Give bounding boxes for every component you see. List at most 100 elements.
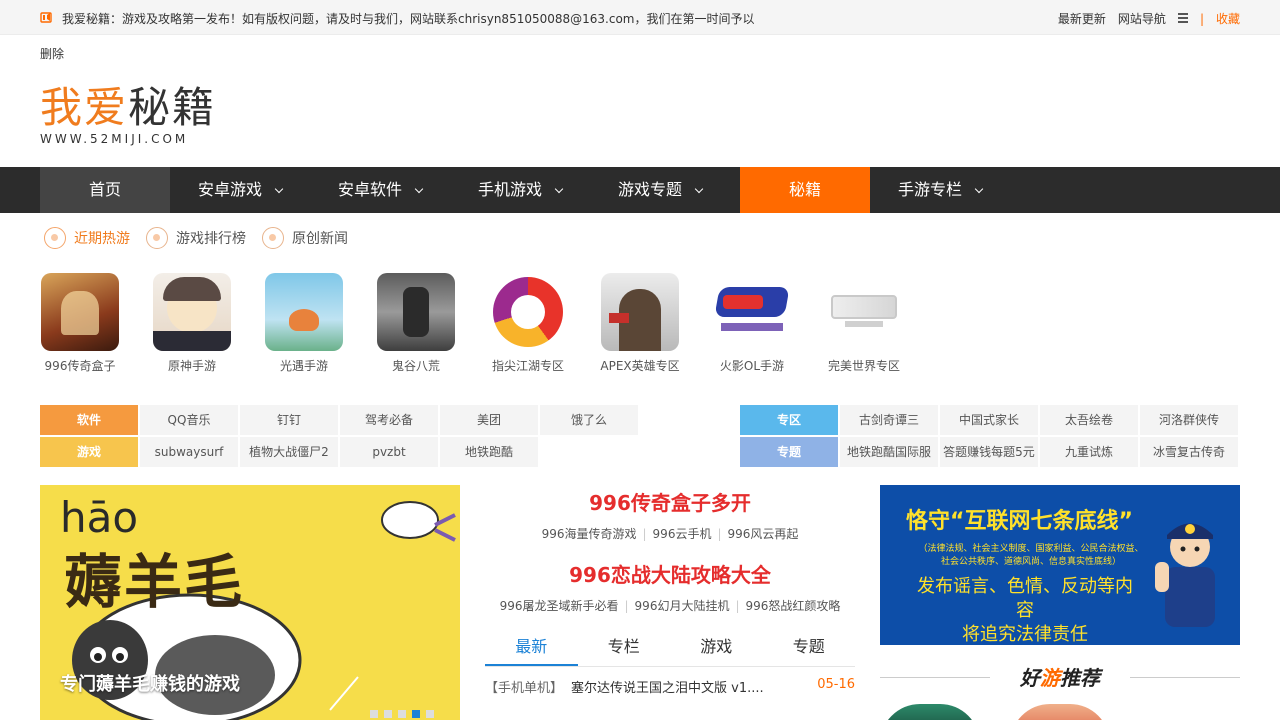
site-nav-label: 网站导航	[1117, 12, 1166, 26]
recommend-header: 好游推荐	[880, 662, 1240, 692]
nav-item-mobile-column[interactable]: 手游专栏	[870, 167, 1010, 213]
game-thumbnail	[153, 273, 231, 351]
nav-item-home[interactable]: 首页	[40, 167, 170, 213]
topbar-links: 最新更新 网站导航 | 收藏	[1046, 10, 1240, 27]
tag-link[interactable]: 植物大战僵尸2	[240, 437, 338, 467]
news-date: 05-16	[817, 677, 855, 692]
headline-1[interactable]: 996传奇盒子多开	[485, 485, 855, 521]
site-logo[interactable]: 我爱秘籍 WWW.52MIJI.COM	[40, 84, 230, 154]
tag-link[interactable]: QQ音乐	[140, 405, 238, 435]
nav-item-cheats[interactable]: 秘籍	[740, 167, 870, 213]
sub-link[interactable]: 996幻月大陆挂机	[635, 599, 730, 613]
game-item[interactable]: 指尖江湖专区	[488, 273, 568, 374]
ad-warning: 发布谣言、色情、反动等内容 将追究法律责任	[910, 575, 1140, 645]
tag-link[interactable]: 古剑奇谭三	[840, 405, 938, 435]
tag-link[interactable]: 冰雪复古传奇	[1140, 437, 1238, 467]
slider-dot[interactable]	[426, 710, 434, 718]
headline-1-links: 996海量传奇游戏 | 996云手机 | 996风云再起	[485, 521, 855, 557]
game-item[interactable]: 996传奇盒子	[40, 273, 120, 374]
tab-topics[interactable]: 专题	[763, 629, 856, 666]
tab-recent-hot[interactable]: 近期热游	[44, 227, 130, 249]
tag-link[interactable]: 太吾绘卷	[1040, 405, 1138, 435]
game-item[interactable]: 火影OL手游	[712, 273, 792, 374]
notice-text: 我爱秘籍：游戏及攻略第一发布！如有版权问题，请及时与我们，网站联系chrisyn…	[62, 12, 755, 26]
tab-original-news[interactable]: 原创新闻	[262, 227, 348, 249]
nav-label: 游戏专题	[617, 180, 682, 199]
tag-row-games: 游戏 subwaysurf 植物大战僵尸2 pvzbt 地铁跑酷	[40, 437, 640, 467]
game-name: 完美世界专区	[827, 359, 900, 373]
nav-item-android-software[interactable]: 安卓软件	[310, 167, 450, 213]
tag-link[interactable]: 中国式家长	[940, 405, 1038, 435]
chevron-down-icon	[554, 184, 564, 194]
tag-link[interactable]: 地铁跑酷国际服	[840, 437, 938, 467]
game-thumbnail	[377, 273, 455, 351]
tag-head-software[interactable]: 软件	[40, 405, 138, 435]
logo-text-dark: 秘籍	[128, 83, 217, 132]
game-item[interactable]: 完美世界专区	[824, 273, 904, 374]
recommend-text: 好	[1020, 666, 1040, 690]
recommend-text-accent: 游	[1040, 666, 1060, 690]
game-item[interactable]: 原神手游	[152, 273, 232, 374]
news-item[interactable]: 【手机单机】 塞尔达传说王国之泪中文版 v1.... 05-16	[485, 677, 855, 696]
game-item[interactable]: 鬼谷八荒	[376, 273, 456, 374]
tag-link[interactable]: 地铁跑酷	[440, 437, 538, 467]
game-item[interactable]: APEX英雄专区	[600, 273, 680, 374]
nav-label: 首页	[88, 180, 121, 199]
news-category: 【手机单机】	[485, 681, 564, 696]
nav-label: 安卓软件	[337, 180, 402, 199]
tag-row-zones: 专区 古剑奇谭三 中国式家长 太吾绘卷 河洛群侠传	[740, 405, 1240, 435]
nav-label: 安卓游戏	[197, 180, 262, 199]
star-icon	[262, 227, 284, 249]
slider-dot[interactable]	[398, 710, 406, 718]
recommend-thumb[interactable]	[880, 704, 980, 720]
tag-head-topics[interactable]: 专题	[740, 437, 838, 467]
recommend-thumb[interactable]	[1010, 704, 1110, 720]
favorite-link[interactable]: 收藏	[1216, 10, 1240, 27]
slider-dot[interactable]	[370, 710, 378, 718]
tab-game-ranking[interactable]: 游戏排行榜	[146, 227, 246, 249]
news-title[interactable]: 塞尔达传说王国之泪中文版 v1....	[571, 677, 809, 696]
game-thumbnail	[601, 273, 679, 351]
tag-link[interactable]: 答题赚钱每题5元	[940, 437, 1038, 467]
delete-link[interactable]: 删除	[40, 45, 64, 62]
nav-item-mobile-games[interactable]: 手机游戏	[450, 167, 590, 213]
chevron-down-icon	[694, 184, 704, 194]
divider-line	[1130, 677, 1240, 678]
tag-row-software: 软件 QQ音乐 钉钉 驾考必备 美团 饿了么	[40, 405, 640, 435]
tag-link[interactable]: pvzbt	[340, 437, 438, 467]
internet-rules-banner[interactable]: 恪守“互联网七条底线” （法律法规、社会主义制度、国家利益、公民合法权益、社会公…	[880, 485, 1240, 645]
tag-link[interactable]: 河洛群侠传	[1140, 405, 1238, 435]
tab-column[interactable]: 专栏	[578, 629, 671, 666]
hot-tabs: 近期热游 游戏排行榜 原创新闻	[44, 226, 364, 250]
headline-2[interactable]: 996恋战大陆攻略大全	[485, 557, 855, 593]
sub-link[interactable]: 996云手机	[653, 527, 712, 541]
tag-link[interactable]: 美团	[440, 405, 538, 435]
tag-link[interactable]: 九重试炼	[1040, 437, 1138, 467]
latest-updates-link[interactable]: 最新更新	[1058, 10, 1106, 27]
tag-link[interactable]: 钉钉	[240, 405, 338, 435]
featured-banner[interactable]: hāo 薅羊毛 专门薅羊毛赚钱的游戏	[40, 485, 460, 720]
sub-link[interactable]: 996风云再起	[728, 527, 799, 541]
tag-head-games[interactable]: 游戏	[40, 437, 138, 467]
game-item[interactable]: 光遇手游	[264, 273, 344, 374]
tag-link[interactable]: 驾考必备	[340, 405, 438, 435]
tab-games[interactable]: 游戏	[670, 629, 763, 666]
police-icon	[1155, 523, 1215, 627]
tag-link[interactable]: subwaysurf	[140, 437, 238, 467]
ad-warning-line: 将追究法律责任	[962, 624, 1088, 645]
sub-link[interactable]: 996屠龙圣域新手必看	[500, 599, 619, 613]
banner-caption[interactable]: 专门薅羊毛赚钱的游戏	[60, 670, 240, 696]
tag-head-zones[interactable]: 专区	[740, 405, 838, 435]
game-thumbnail	[489, 273, 567, 351]
nav-item-android-games[interactable]: 安卓游戏	[170, 167, 310, 213]
nav-item-game-topics[interactable]: 游戏专题	[590, 167, 730, 213]
sub-link[interactable]: 996怒战红颜攻略	[746, 599, 841, 613]
sub-link[interactable]: 996海量传奇游戏	[542, 527, 637, 541]
link-separator: |	[717, 527, 722, 541]
slider-dot[interactable]	[384, 710, 392, 718]
game-name: 原神手游	[167, 359, 216, 373]
slider-dot-active[interactable]	[412, 710, 420, 718]
site-nav-link[interactable]: 网站导航	[1118, 10, 1188, 27]
tag-link[interactable]: 饿了么	[540, 405, 638, 435]
tab-latest[interactable]: 最新	[485, 629, 578, 666]
